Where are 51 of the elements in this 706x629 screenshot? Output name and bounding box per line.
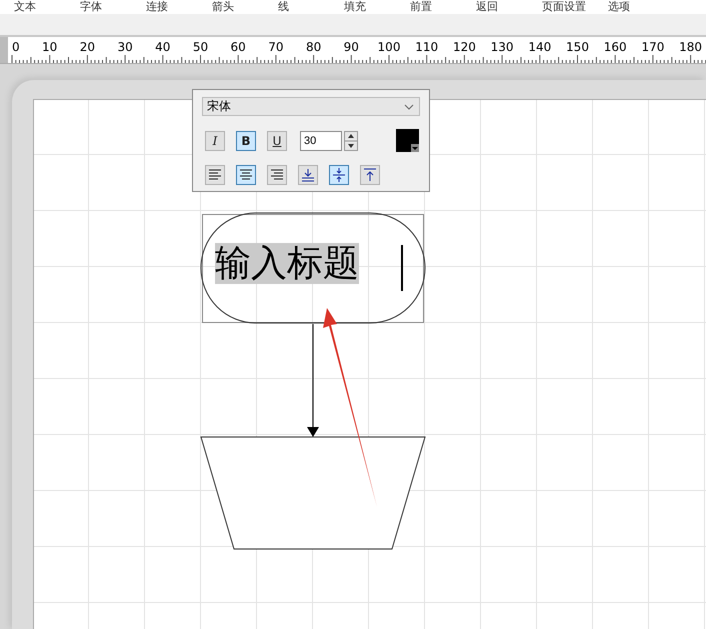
align-center-button[interactable] [236, 165, 256, 185]
menu-tab[interactable]: 选项 [608, 1, 674, 13]
valign-middle-button[interactable] [329, 165, 349, 185]
menu-tab[interactable]: 返回 [476, 1, 542, 13]
font-size-field[interactable]: 30 [300, 130, 342, 150]
font-select[interactable]: 宋体 [202, 97, 420, 116]
menu-tab[interactable]: 填充 [344, 1, 410, 13]
valign-top-button[interactable] [360, 165, 380, 185]
ruler-label: 60 [230, 40, 246, 54]
valign-bottom-button[interactable] [298, 165, 318, 185]
ruler-label: 130 [490, 40, 514, 54]
ruler-label: 170 [641, 40, 664, 54]
color-swatch[interactable] [396, 129, 419, 152]
ruler-label: 120 [452, 40, 476, 54]
trapezoid-shape[interactable] [200, 436, 426, 550]
ruler-label: 30 [117, 40, 133, 54]
ruler-label: 80 [306, 40, 322, 54]
menu-tab[interactable]: 页面设置 [542, 1, 608, 13]
ruler-label: 40 [155, 40, 170, 54]
menu-tab[interactable]: 字体 [80, 1, 146, 13]
ruler-label: 110 [415, 40, 438, 54]
menu-tab[interactable]: 前置 [410, 1, 476, 13]
connector-arrow[interactable] [307, 324, 319, 437]
valign-middle-icon [330, 166, 348, 184]
valign-bottom-icon [299, 166, 317, 184]
chevron-icon [404, 104, 414, 110]
ruler-label: 180 [679, 40, 702, 54]
menu-tab[interactable]: 连接 [146, 1, 212, 13]
ruler-label: 70 [268, 40, 284, 54]
ruler-label: 10 [42, 40, 58, 54]
menu-tab[interactable]: 箭头 [212, 1, 278, 13]
align-left-button[interactable] [205, 165, 225, 185]
ruler-label: 140 [528, 40, 552, 54]
text-cursor [401, 245, 403, 291]
ruler-label: 150 [566, 40, 589, 54]
menu-tab[interactable]: 文本 [14, 1, 80, 13]
align-right-button[interactable] [267, 165, 287, 185]
ruler-label: 90 [344, 40, 359, 54]
menu-tab[interactable]: 线 [278, 1, 344, 13]
valign-top-icon [361, 166, 379, 184]
ruler-label: 100 [378, 40, 400, 54]
spinner-icon[interactable] [344, 130, 358, 150]
italic-button[interactable]: I [205, 130, 225, 150]
ruler-label: 160 [604, 40, 627, 54]
underline-button[interactable]: U [267, 130, 287, 150]
ruler-label: 50 [192, 40, 208, 54]
ruler-label: 20 [80, 40, 96, 54]
title-text[interactable]: 输入标题 [215, 243, 359, 284]
bold-button[interactable]: B [236, 130, 256, 150]
ruler-origin [0, 37, 8, 63]
ruler-label: 0 [12, 40, 20, 54]
